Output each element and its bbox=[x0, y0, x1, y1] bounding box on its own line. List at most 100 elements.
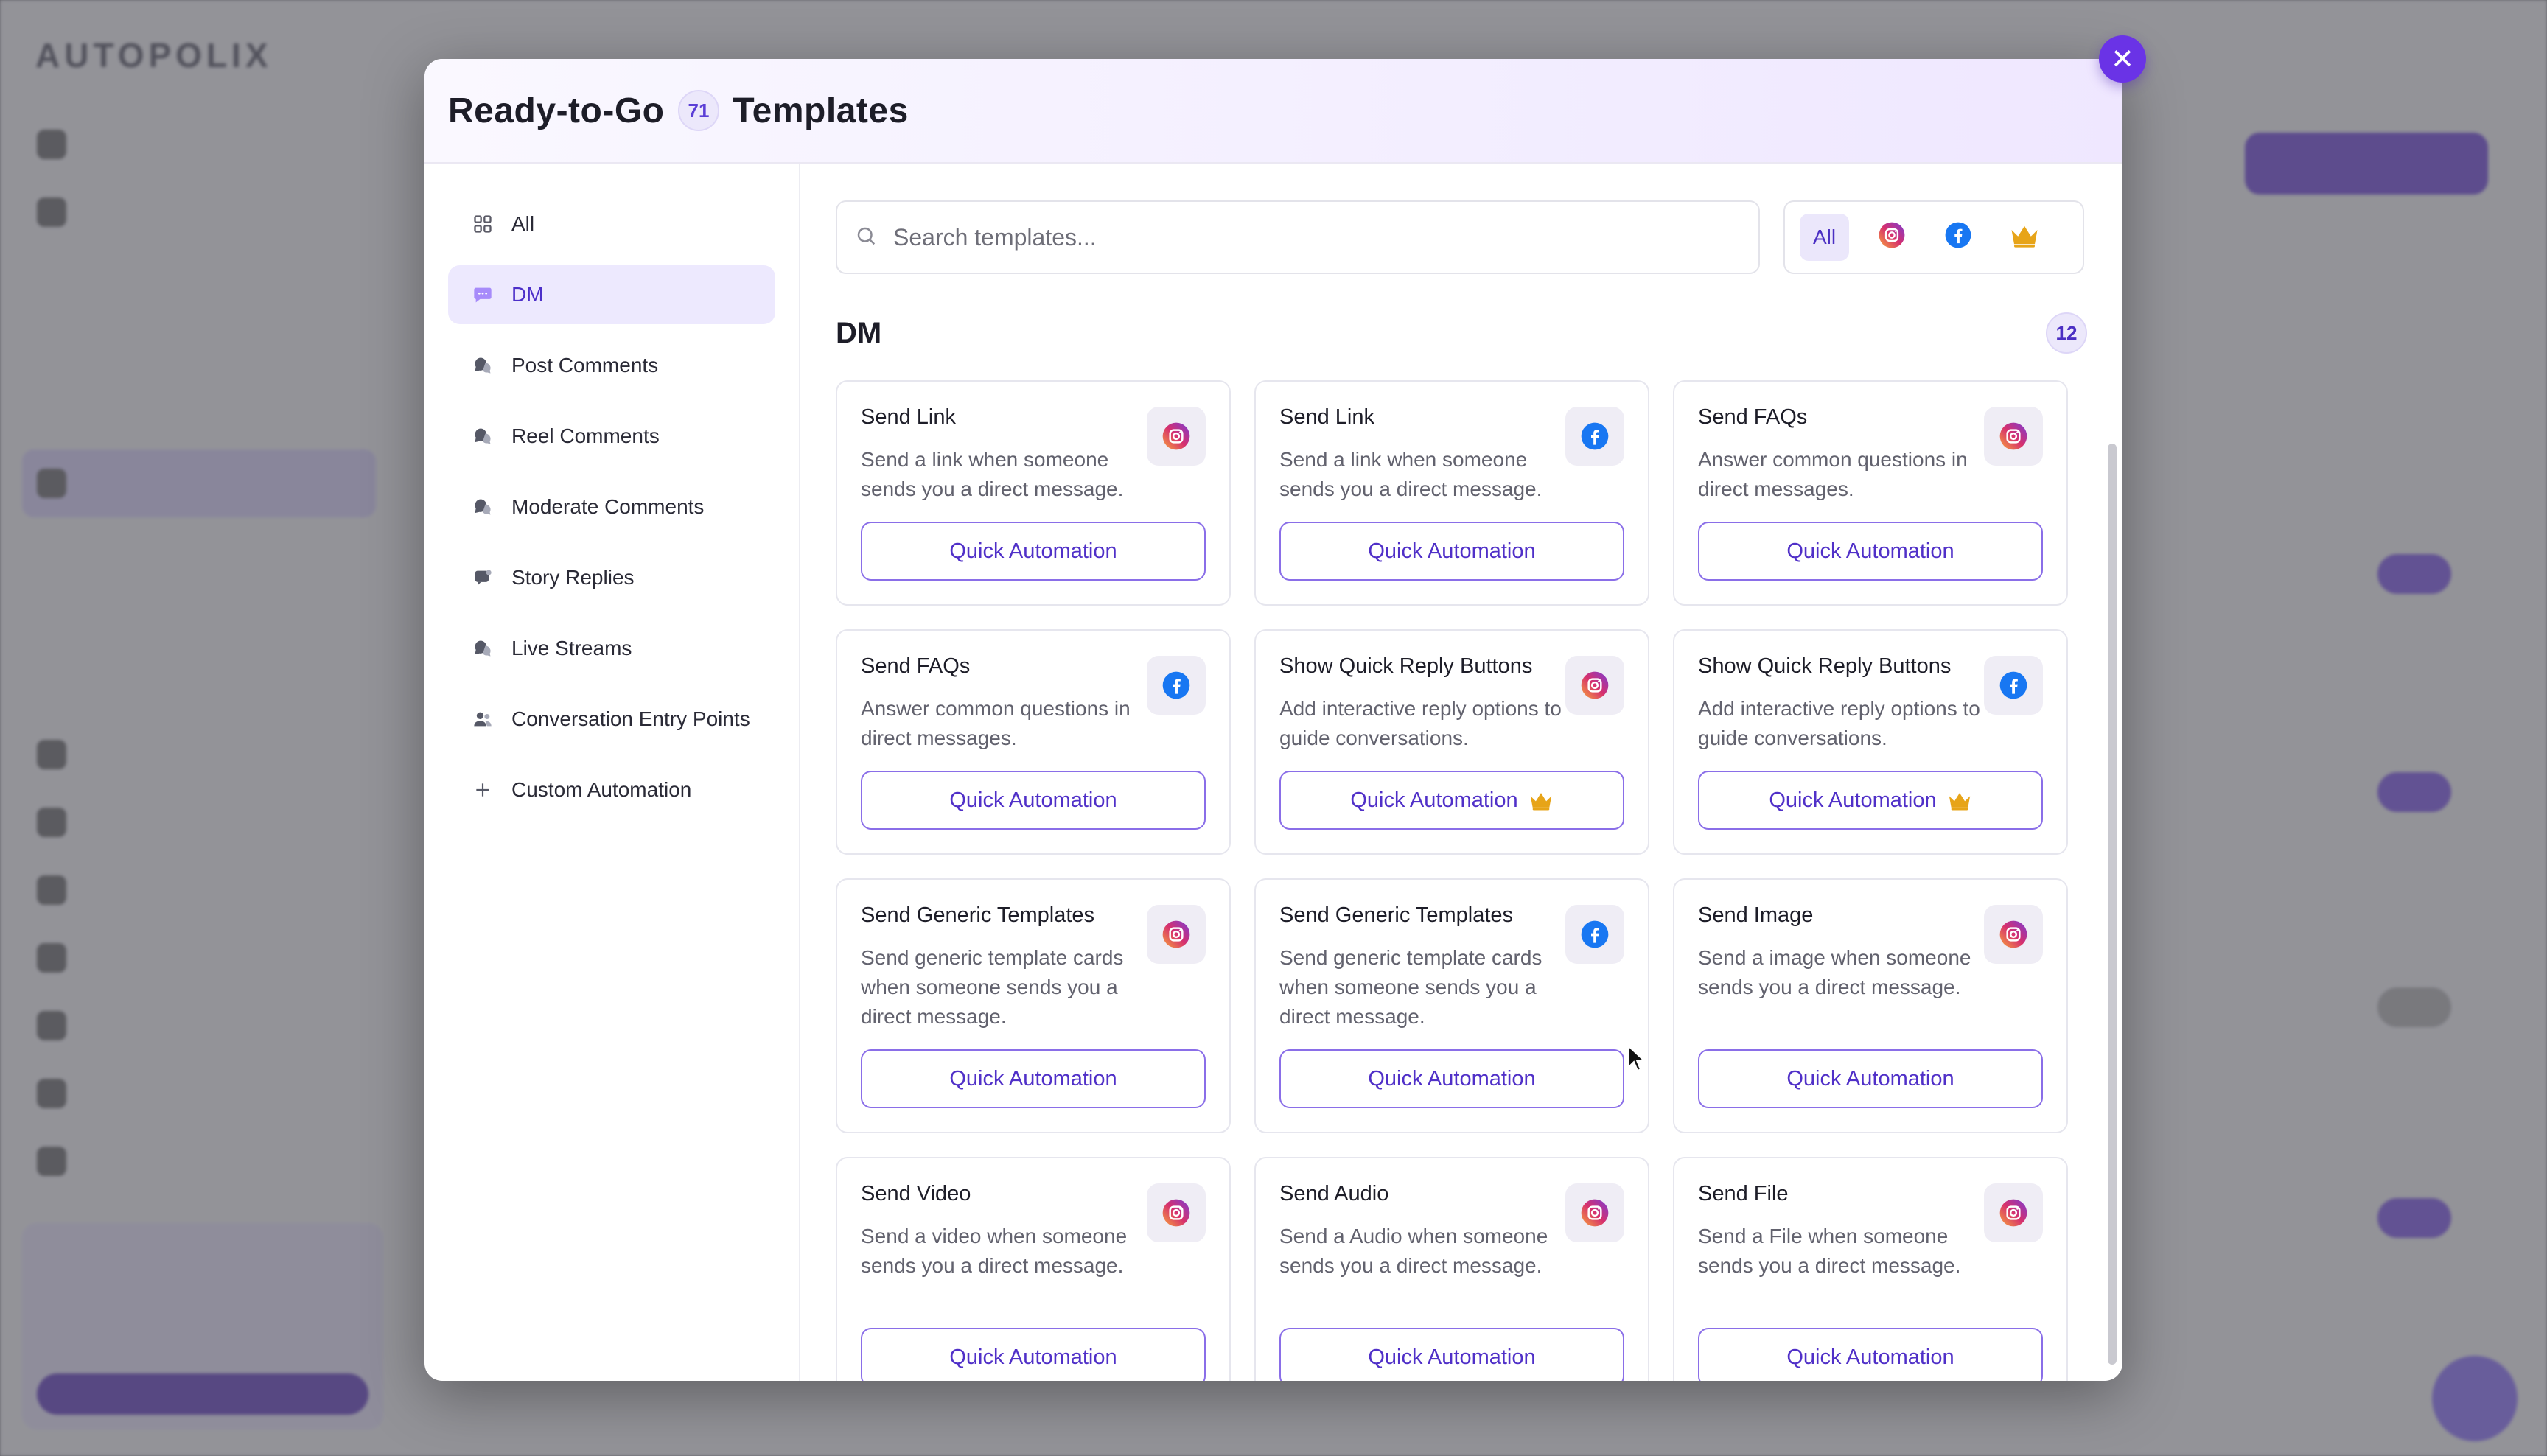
grid-icon bbox=[472, 213, 494, 235]
sidebar-item-reel-comments[interactable]: Reel Comments bbox=[448, 407, 775, 466]
sidebar-item-label: Story Replies bbox=[511, 566, 635, 589]
quick-automation-button[interactable]: Quick Automation bbox=[1279, 771, 1624, 830]
template-card: Send Generic Templates Send generic templ… bbox=[1254, 878, 1649, 1133]
sidebar-item-custom-automation[interactable]: Custom Automation bbox=[448, 760, 775, 819]
facebook-icon bbox=[1565, 905, 1624, 964]
toolbar: All bbox=[836, 200, 2087, 274]
sidebar-item-label: Post Comments bbox=[511, 354, 659, 377]
facebook-icon bbox=[1984, 656, 2043, 715]
sidebar-item-label: Live Streams bbox=[511, 637, 632, 659]
sidebar-item-label: Moderate Comments bbox=[511, 495, 705, 518]
sidebar-item-label: All bbox=[511, 212, 535, 235]
quick-automation-label: Quick Automation bbox=[1368, 539, 1536, 563]
quick-automation-button[interactable]: Quick Automation bbox=[861, 771, 1206, 830]
quick-automation-button[interactable]: Quick Automation bbox=[1279, 1328, 1624, 1381]
search-box[interactable] bbox=[836, 200, 1760, 274]
quick-automation-label: Quick Automation bbox=[949, 1345, 1117, 1369]
template-card: Send Audio Send a Audio when someone send… bbox=[1254, 1157, 1649, 1381]
background-new-automation-button bbox=[2245, 133, 2488, 195]
quick-automation-label: Quick Automation bbox=[1769, 788, 1937, 812]
template-card: Send File Send a File when someone sends … bbox=[1673, 1157, 2068, 1381]
quick-automation-label: Quick Automation bbox=[949, 1066, 1117, 1091]
sidebar-item-conversation-entry-points[interactable]: Conversation Entry Points bbox=[448, 690, 775, 749]
modal-title-prefix: Ready-to-Go bbox=[448, 91, 665, 130]
comment-icon bbox=[472, 637, 494, 659]
quick-automation-button[interactable]: Quick Automation bbox=[861, 522, 1206, 581]
section-title: DM bbox=[836, 316, 882, 349]
instagram-icon bbox=[1147, 905, 1206, 964]
plus-icon bbox=[472, 779, 494, 801]
message-icon bbox=[472, 284, 494, 306]
instagram-icon bbox=[1878, 221, 1906, 254]
templates-modal: Ready-to-Go 71 Templates All DM Post Comme… bbox=[424, 59, 2122, 1381]
instagram-icon bbox=[1984, 1183, 2043, 1242]
instagram-icon bbox=[1984, 905, 2043, 964]
sidebar-item-label: Reel Comments bbox=[511, 424, 660, 447]
quick-automation-label: Quick Automation bbox=[1368, 1066, 1536, 1091]
content-scrollbar[interactable] bbox=[2108, 444, 2117, 1365]
quick-automation-button[interactable]: Quick Automation bbox=[861, 1049, 1206, 1108]
instagram-icon bbox=[1984, 407, 2043, 466]
quick-automation-button[interactable]: Quick Automation bbox=[1698, 522, 2043, 581]
facebook-icon bbox=[1147, 656, 1206, 715]
quick-automation-label: Quick Automation bbox=[1786, 1066, 1954, 1091]
sidebar-item-post-comments[interactable]: Post Comments bbox=[448, 336, 775, 395]
quick-automation-label: Quick Automation bbox=[1786, 1345, 1954, 1369]
crown-icon bbox=[2009, 221, 2040, 254]
comment-icon bbox=[472, 496, 494, 518]
template-card: Send FAQs Answer common questions in dire… bbox=[1673, 380, 2068, 606]
quick-automation-button[interactable]: Quick Automation bbox=[1279, 522, 1624, 581]
section-count-badge: 12 bbox=[2046, 312, 2087, 354]
instagram-icon bbox=[1147, 1183, 1206, 1242]
facebook-icon bbox=[1944, 221, 1972, 254]
chat-widget bbox=[2432, 1356, 2518, 1441]
template-card: Send FAQs Answer common questions in dire… bbox=[836, 629, 1231, 855]
crown-icon bbox=[1947, 789, 1972, 811]
background-toggle bbox=[2377, 987, 2451, 1027]
template-card: Send Video Send a video when someone send… bbox=[836, 1157, 1231, 1381]
filter-instagram-button[interactable] bbox=[1868, 214, 1915, 261]
template-card: Send Link Send a link when someone sends … bbox=[1254, 380, 1649, 606]
template-card: Send Generic Templates Send generic templ… bbox=[836, 878, 1231, 1133]
category-sidebar: All DM Post Comments Reel Comments Moderate … bbox=[424, 164, 800, 1381]
quick-automation-label: Quick Automation bbox=[1368, 1345, 1536, 1369]
sidebar-item-label: Custom Automation bbox=[511, 778, 692, 801]
background-sidebar bbox=[22, 111, 376, 1195]
template-card: Show Quick Reply Buttons Add interactive … bbox=[1254, 629, 1649, 855]
quick-automation-button[interactable]: Quick Automation bbox=[1698, 1328, 2043, 1381]
close-modal-button[interactable]: ✕ bbox=[2099, 35, 2146, 83]
quick-automation-button[interactable]: Quick Automation bbox=[1698, 771, 2043, 830]
quick-automation-label: Quick Automation bbox=[1786, 539, 1954, 563]
instagram-icon bbox=[1565, 656, 1624, 715]
modal-title-suffix: Templates bbox=[733, 91, 909, 130]
sidebar-item-label: DM bbox=[511, 283, 544, 306]
quick-automation-label: Quick Automation bbox=[949, 539, 1117, 563]
sidebar-item-live-streams[interactable]: Live Streams bbox=[448, 619, 775, 678]
filter-all-button[interactable]: All bbox=[1800, 214, 1850, 261]
quick-automation-button[interactable]: Quick Automation bbox=[1279, 1049, 1624, 1108]
quick-automation-button[interactable]: Quick Automation bbox=[1698, 1049, 2043, 1108]
platform-filter-group: All bbox=[1783, 200, 2084, 274]
quick-automation-label: Quick Automation bbox=[1350, 788, 1518, 812]
sidebar-item-label: Conversation Entry Points bbox=[511, 707, 750, 730]
quick-automation-button[interactable]: Quick Automation bbox=[861, 1328, 1206, 1381]
search-input[interactable] bbox=[893, 223, 1758, 251]
template-card: Send Image Send a image when someone send… bbox=[1673, 878, 2068, 1133]
modal-header: Ready-to-Go 71 Templates bbox=[424, 59, 2122, 164]
template-card: Show Quick Reply Buttons Add interactive … bbox=[1673, 629, 2068, 855]
comment-icon bbox=[472, 425, 494, 447]
comment-icon bbox=[472, 354, 494, 377]
sidebar-item-story-replies[interactable]: Story Replies bbox=[448, 548, 775, 607]
background-toggle bbox=[2377, 1198, 2451, 1238]
filter-facebook-button[interactable] bbox=[1935, 214, 1982, 261]
template-count-badge: 71 bbox=[677, 90, 720, 131]
filter-premium-button[interactable] bbox=[2001, 214, 2048, 261]
templates-grid: Send Link Send a link when someone sends … bbox=[836, 380, 2087, 1381]
sidebar-item-all[interactable]: All bbox=[448, 195, 775, 253]
templates-content: All bbox=[800, 164, 2122, 1381]
users-icon bbox=[472, 708, 494, 730]
sidebar-item-moderate-comments[interactable]: Moderate Comments bbox=[448, 477, 775, 536]
instagram-icon bbox=[1147, 407, 1206, 466]
crown-icon bbox=[1528, 789, 1554, 811]
sidebar-item-dm[interactable]: DM bbox=[448, 265, 775, 324]
